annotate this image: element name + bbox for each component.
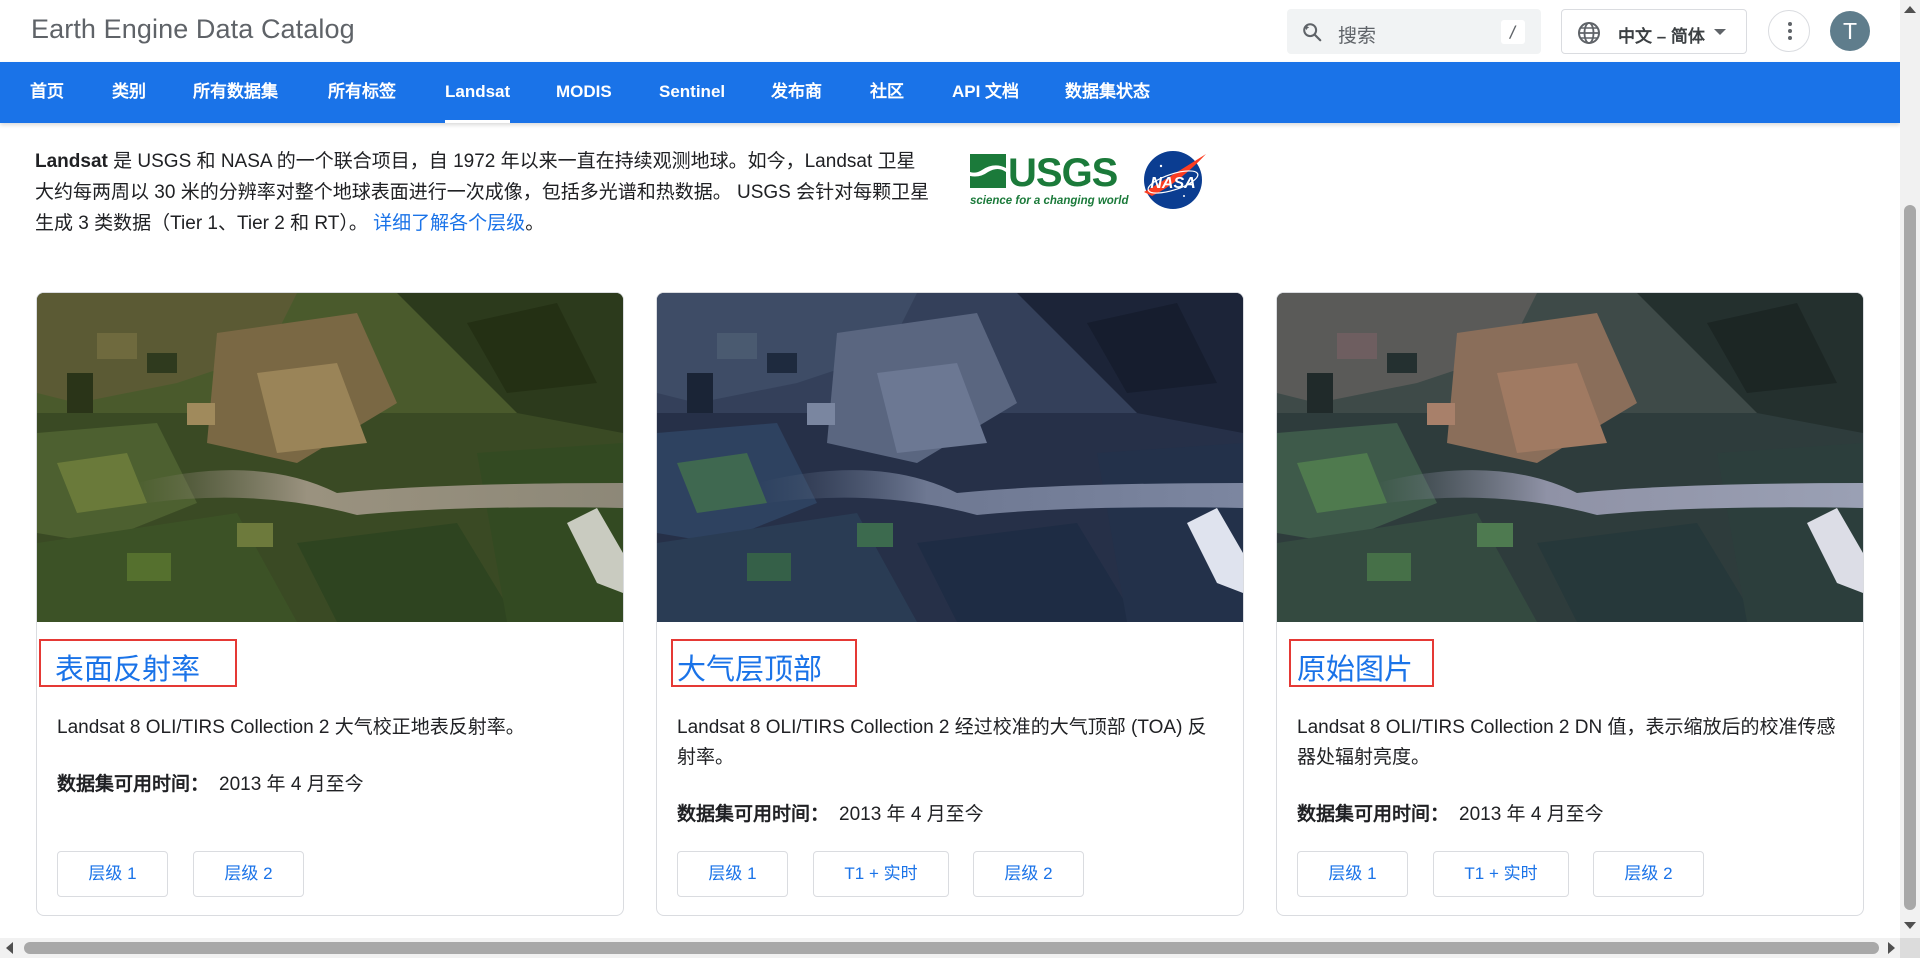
horizontal-scrollbar[interactable]	[0, 938, 1920, 958]
search-icon	[1303, 23, 1322, 42]
app-title[interactable]: Earth Engine Data Catalog	[31, 14, 355, 45]
satellite-image-surface-reflectance[interactable]	[37, 293, 623, 622]
search-input[interactable]: 搜索 /	[1287, 9, 1541, 54]
intro-paragraph: Landsat 是 USGS 和 NASA 的一个联合项目，自 1972 年以来…	[35, 146, 930, 239]
card-title-link[interactable]: 表面反射率	[55, 646, 200, 688]
card-description: Landsat 8 OLI/TIRS Collection 2 DN 值，表示缩…	[1297, 717, 1836, 768]
tab-home[interactable]: 首页	[30, 62, 64, 123]
tier-2-button[interactable]: 层级 2	[1593, 851, 1704, 897]
card-description: Landsat 8 OLI/TIRS Collection 2 经过校准的大气顶…	[677, 717, 1207, 768]
availability-value: 2013 年 4 月至今	[1459, 804, 1604, 825]
tier-2-button[interactable]: 层级 2	[193, 851, 304, 897]
more-vert-icon-dot	[1788, 36, 1792, 40]
tab-categories[interactable]: 类别	[112, 62, 146, 123]
tab-landsat[interactable]: Landsat	[445, 62, 511, 123]
tab-dataset-status[interactable]: 数据集状态	[1065, 62, 1150, 123]
scroll-right-arrow-icon[interactable]	[1888, 942, 1895, 954]
tier-1-realtime-button[interactable]: T1 + 实时	[1433, 851, 1569, 897]
card-title-highlight: 表面反射率	[39, 639, 237, 687]
search-shortcut-key: /	[1501, 20, 1525, 44]
tier-1-button[interactable]: 层级 1	[1297, 851, 1408, 897]
card-description: Landsat 8 OLI/TIRS Collection 2 大气校正地表反射…	[57, 717, 525, 738]
intro-tail: 。	[525, 213, 545, 234]
dataset-card-toa: 大气层顶部 Landsat 8 OLI/TIRS Collection 2 经过…	[656, 292, 1244, 916]
tab-all-datasets[interactable]: 所有数据集	[193, 62, 278, 123]
tab-publishers[interactable]: 发布商	[771, 62, 822, 123]
more-vert-icon	[1788, 22, 1792, 26]
card-title-link[interactable]: 原始图片	[1297, 646, 1413, 688]
more-vert-icon-dot	[1788, 29, 1792, 33]
tier-1-realtime-button[interactable]: T1 + 实时	[813, 851, 949, 897]
usgs-logo-text: USGS	[1008, 151, 1118, 195]
availability-label: 数据集可用时间：	[1297, 804, 1450, 825]
tab-modis[interactable]: MODIS	[556, 62, 612, 123]
card-title-link[interactable]: 大气层顶部	[677, 646, 822, 688]
scrollbar-corner	[1900, 938, 1920, 958]
more-options-button[interactable]	[1768, 10, 1810, 52]
tier-2-button[interactable]: 层级 2	[973, 851, 1084, 897]
card-title-highlight: 大气层顶部	[671, 639, 857, 687]
availability-value: 2013 年 4 月至今	[219, 774, 364, 795]
usgs-nasa-logos: USGS science for a changing world NASA	[970, 151, 1206, 209]
availability-row: 数据集可用时间： 2013 年 4 月至今	[1297, 799, 1604, 826]
nasa-logo-text: NASA	[1150, 175, 1195, 192]
tier-1-button[interactable]: 层级 1	[57, 851, 168, 897]
tiers-learn-more-link[interactable]: 详细了解各个层级	[373, 213, 525, 234]
intro-bold-term: Landsat	[35, 151, 108, 172]
top-header: Earth Engine Data Catalog 搜索 / 中文 – 简体 T	[0, 0, 1900, 62]
language-label: 中文 – 简体	[1618, 27, 1705, 46]
usgs-tagline: science for a changing world	[970, 195, 1129, 207]
tab-all-tags[interactable]: 所有标签	[328, 62, 396, 123]
dataset-card-raw-images: 原始图片 Landsat 8 OLI/TIRS Collection 2 DN …	[1276, 292, 1864, 916]
availability-value: 2013 年 4 月至今	[839, 804, 984, 825]
availability-label: 数据集可用时间：	[57, 774, 210, 795]
globe-icon	[1578, 22, 1600, 44]
dataset-card-surface-reflectance: 表面反射率 Landsat 8 OLI/TIRS Collection 2 大气…	[36, 292, 624, 916]
vertical-scrollbar[interactable]	[1900, 0, 1920, 938]
avatar[interactable]: T	[1830, 11, 1870, 51]
satellite-image-toa[interactable]	[657, 293, 1243, 622]
vertical-scroll-thumb[interactable]	[1904, 205, 1916, 910]
search-placeholder: 搜索	[1338, 26, 1377, 47]
availability-label: 数据集可用时间：	[677, 804, 830, 825]
satellite-image-raw[interactable]	[1277, 293, 1863, 622]
tab-api-docs[interactable]: API 文档	[952, 62, 1019, 123]
scroll-left-arrow-icon[interactable]	[6, 942, 13, 954]
horizontal-scroll-thumb[interactable]	[24, 942, 1879, 954]
usgs-logo: USGS science for a changing world	[970, 151, 1129, 207]
tab-sentinel[interactable]: Sentinel	[659, 62, 725, 123]
card-title-highlight: 原始图片	[1289, 639, 1434, 687]
nasa-logo: NASA	[1144, 151, 1206, 209]
chevron-down-icon	[1714, 29, 1726, 35]
availability-row: 数据集可用时间： 2013 年 4 月至今	[677, 799, 984, 826]
tab-community[interactable]: 社区	[870, 62, 904, 123]
availability-row: 数据集可用时间： 2013 年 4 月至今	[57, 769, 364, 796]
scroll-down-arrow-icon[interactable]	[1904, 922, 1916, 929]
main-nav: 首页 类别 所有数据集 所有标签 Landsat MODIS Sentinel …	[0, 62, 1900, 123]
scroll-up-arrow-icon[interactable]	[1904, 6, 1916, 13]
tier-1-button[interactable]: 层级 1	[677, 851, 788, 897]
language-selector[interactable]: 中文 – 简体	[1561, 9, 1747, 54]
